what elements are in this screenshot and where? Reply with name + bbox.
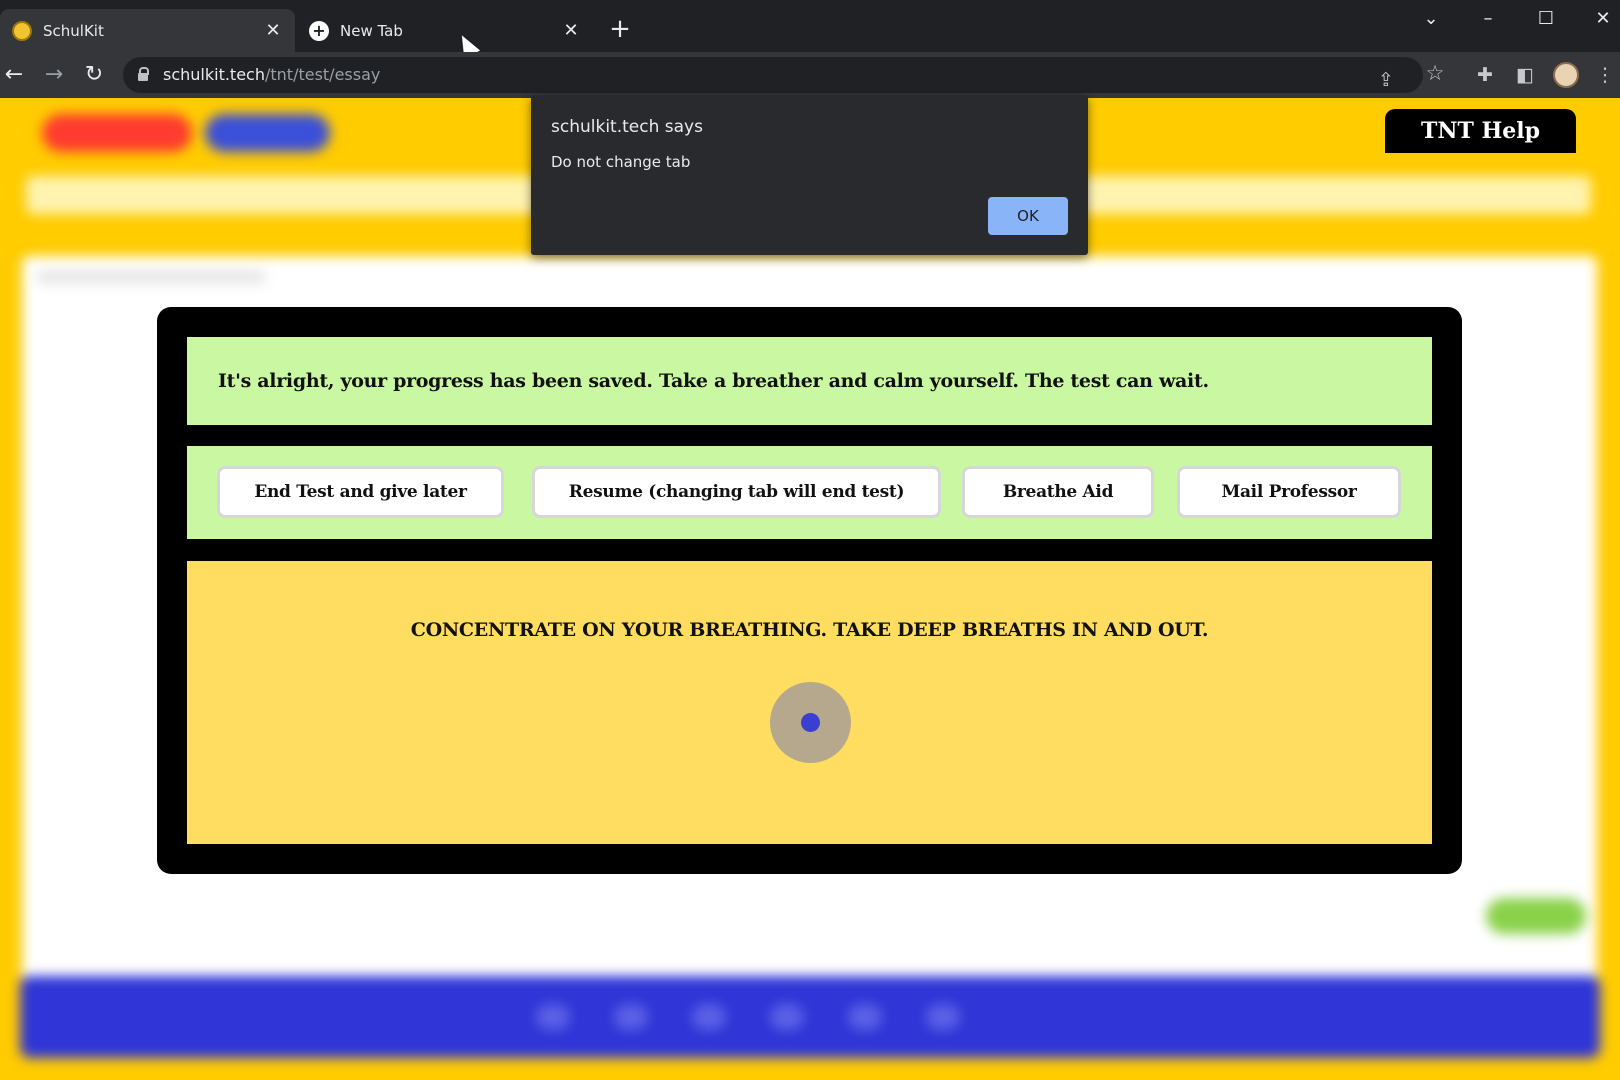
blurred-submit-button [1486,898,1586,934]
blurred-footer-icon [926,1004,960,1030]
lock-icon [138,67,149,81]
dialog-title: schulkit.tech says [551,117,703,137]
tab-new-tab[interactable]: + New Tab ✕ [297,9,593,52]
blurred-nav-button [205,114,330,152]
blurred-nav-button [42,114,192,152]
breathing-instruction: CONCENTRATE ON YOUR BREATHING. TAKE DEEP… [410,619,1209,641]
mail-professor-button[interactable]: Mail Professor [1177,466,1401,518]
options-panel: End Test and give later Resume (changing… [187,446,1432,539]
address-bar[interactable]: schulkit.tech/tnt/test/essay ⇪ [123,57,1423,93]
close-icon[interactable]: ✕ [561,20,581,41]
more-menu-icon[interactable]: ⋮ [1591,61,1619,89]
breathing-circle [770,682,851,763]
side-panel-icon[interactable]: ◧ [1511,61,1539,89]
close-icon[interactable]: ✕ [263,20,283,41]
resume-button[interactable]: Resume (changing tab will end test) [532,466,941,518]
breathe-aid-button[interactable]: Breathe Aid [962,466,1154,518]
tab-search-chevron-icon[interactable]: ⌄ [1411,6,1451,32]
new-tab-favicon-icon: + [309,20,329,41]
schulkit-favicon-icon [12,20,32,41]
browser-titlebar: SchulKit ✕ + New Tab ✕ + ⌄ – ☐ ✕ [0,0,1620,59]
blurred-footer [20,976,1600,1058]
blurred-heading [36,270,266,284]
blurred-footer-icon [536,1004,570,1030]
window-close-icon[interactable]: ✕ [1583,6,1620,32]
blurred-footer-icon [848,1004,882,1030]
reassurance-message: It's alright, your progress has been sav… [218,370,1209,392]
blurred-footer-icon [770,1004,804,1030]
break-modal: It's alright, your progress has been sav… [157,307,1462,874]
extensions-puzzle-icon[interactable]: ✚ [1471,61,1499,89]
reload-icon[interactable]: ↻ [80,61,108,89]
tnt-help-button[interactable]: TNT Help [1385,109,1576,153]
blurred-footer-icon [692,1004,726,1030]
tab-title: SchulKit [43,21,104,40]
new-tab-plus-icon[interactable]: + [607,16,633,42]
back-arrow-icon[interactable]: ← [0,61,28,89]
dialog-message: Do not change tab [551,153,691,171]
tab-schulkit[interactable]: SchulKit ✕ [0,9,295,52]
forward-arrow-icon[interactable]: → [40,61,68,89]
profile-avatar[interactable] [1553,62,1579,88]
maximize-icon[interactable]: ☐ [1526,6,1566,32]
alert-dialog: schulkit.tech says Do not change tab OK [531,95,1088,255]
star-icon[interactable]: ☆ [1421,59,1449,87]
minimize-icon[interactable]: – [1468,6,1508,32]
url-text: schulkit.tech/tnt/test/essay [163,65,381,84]
blurred-footer-icon [614,1004,648,1030]
browser-toolbar: ← → ↻ schulkit.tech/tnt/test/essay ⇪ ☆ ✚… [0,52,1620,98]
end-test-button[interactable]: End Test and give later [217,466,504,518]
breathing-dot [801,713,820,732]
reassurance-panel: It's alright, your progress has been sav… [187,337,1432,425]
breathing-panel: CONCENTRATE ON YOUR BREATHING. TAKE DEEP… [187,561,1432,844]
tab-title: New Tab [340,21,403,40]
dialog-ok-button[interactable]: OK [988,197,1068,235]
share-icon[interactable]: ⇪ [1372,66,1400,94]
